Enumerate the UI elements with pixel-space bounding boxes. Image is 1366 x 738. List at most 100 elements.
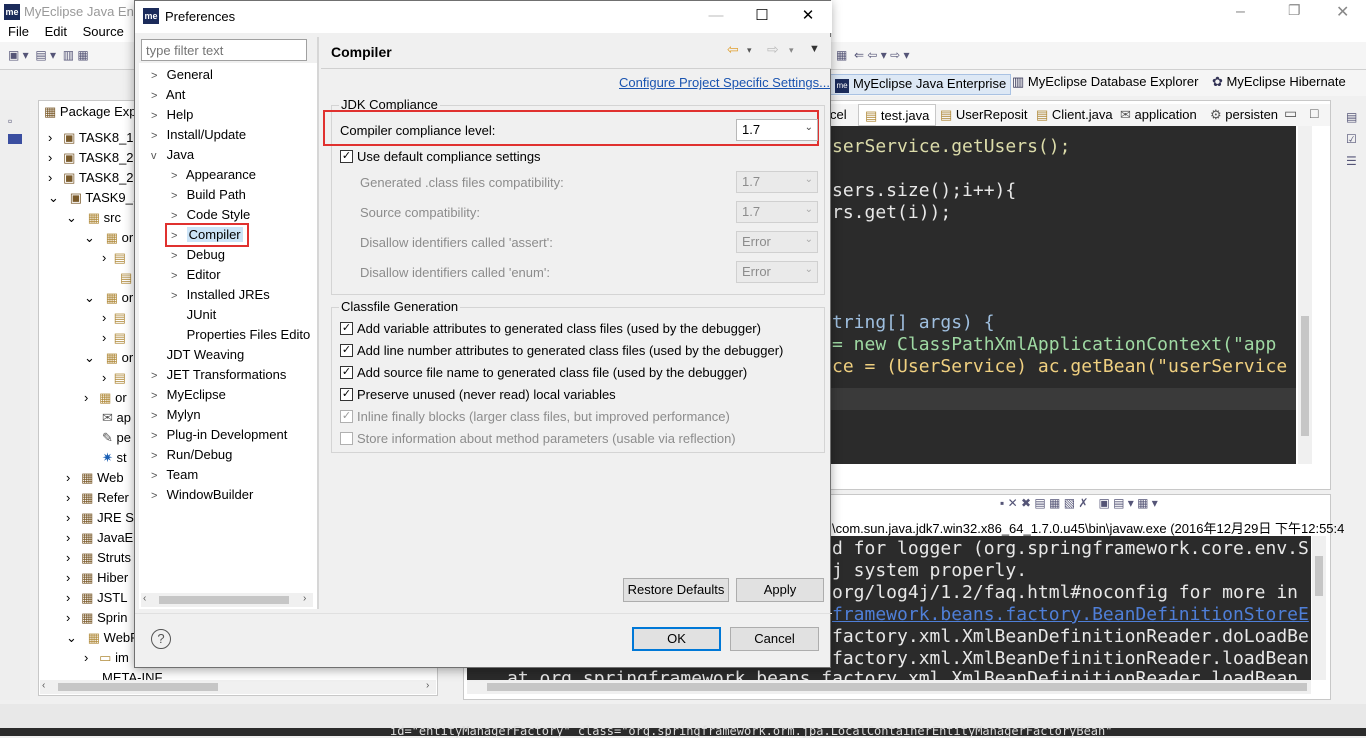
checkbox-checked-icon[interactable]: ✓ xyxy=(340,322,353,336)
nav-item-junit[interactable]: JUnit xyxy=(171,307,217,327)
editor-tab[interactable]: ▤ UserReposit xyxy=(940,107,1027,123)
restore-icon[interactable]: ❐ xyxy=(1288,2,1301,19)
tree-item[interactable]: ⌄ ▦ or xyxy=(84,230,133,250)
preserve-unused-checkbox[interactable]: ✓ Preserve unused (never read) local vari… xyxy=(340,387,616,402)
editor-tab[interactable]: ▤ Client.java xyxy=(1036,107,1113,123)
scroll-thumb[interactable] xyxy=(1301,316,1309,436)
restore-defaults-button[interactable]: Restore Defaults xyxy=(623,578,729,602)
menu-file[interactable]: File xyxy=(8,24,29,39)
tree-item[interactable]: › ▦ Struts xyxy=(66,550,131,570)
tree-item[interactable]: ⌄ ▦ or xyxy=(84,350,133,370)
editor-tab[interactable]: ⚙ persisten xyxy=(1210,107,1278,123)
tree-item[interactable]: ⌄ ▦ src xyxy=(66,210,121,230)
inline-finally-checkbox[interactable]: ✓ Inline finally blocks (larger class fil… xyxy=(340,409,730,424)
chevron-right-icon[interactable]: > xyxy=(171,270,183,282)
nav-item-team[interactable]: > Team xyxy=(151,467,198,487)
scroll-thumb[interactable] xyxy=(1315,556,1323,596)
chevron-right-icon[interactable]: > xyxy=(151,490,163,502)
maximize-icon[interactable]: ☐ xyxy=(739,1,785,31)
view-menu-icon[interactable]: ▼ xyxy=(809,43,820,55)
maximize-editor-icon[interactable]: □ xyxy=(1310,105,1318,121)
forward-icon[interactable]: ⇨ xyxy=(767,41,779,58)
toolbar-icons-right[interactable]: ▦ ⇐ ⇦ ▾ ⇨ ▾ xyxy=(836,48,910,62)
nav-item-appearance[interactable]: > Appearance xyxy=(171,167,256,187)
chevron-right-icon[interactable]: > xyxy=(171,250,183,262)
scroll-thumb[interactable] xyxy=(58,683,218,691)
tree-item[interactable]: ⌄ ▦ or xyxy=(84,290,133,310)
help-icon[interactable]: ? xyxy=(151,629,171,649)
outline-icon[interactable]: ▤ xyxy=(1346,110,1357,124)
chevron-right-icon[interactable]: > xyxy=(171,190,183,202)
cancel-button[interactable]: Cancel xyxy=(730,627,819,651)
tree-item[interactable]: › ▦ JSTL xyxy=(66,590,127,610)
tree-item[interactable]: › ▦ JavaE xyxy=(66,530,133,550)
tree-item[interactable]: › ▣ TASK8_1 xyxy=(48,130,134,150)
chevron-right-icon[interactable]: > xyxy=(151,450,163,462)
variable-attributes-checkbox[interactable]: ✓ Add variable attributes to generated cl… xyxy=(340,321,761,336)
scroll-left-icon[interactable]: ‹ xyxy=(143,593,146,604)
nav-item-help[interactable]: > Help xyxy=(151,107,193,127)
tree-item[interactable]: › ▭ im xyxy=(84,650,129,670)
menu-edit[interactable]: Edit xyxy=(45,24,67,39)
task-icon[interactable]: ☑ xyxy=(1346,132,1357,146)
menu-source[interactable]: Source xyxy=(83,24,124,39)
nav-item-java[interactable]: v Java xyxy=(151,147,194,167)
nav-item-general[interactable]: > General xyxy=(151,67,213,87)
minimize-icon[interactable]: — xyxy=(693,1,739,31)
checkbox-unchecked-icon[interactable] xyxy=(340,432,353,446)
nav-item-properties-files-editor[interactable]: Properties Files Edito xyxy=(171,327,311,347)
splitter[interactable] xyxy=(317,37,319,609)
minimize-icon[interactable]: – xyxy=(1236,3,1245,21)
chevron-down-icon[interactable]: v xyxy=(151,150,163,162)
back-icon[interactable]: ⇦ xyxy=(727,41,739,58)
outline-view-icon[interactable]: ☰ xyxy=(1346,154,1357,168)
chevron-right-icon[interactable]: > xyxy=(151,430,163,442)
checkbox-checked-icon[interactable]: ✓ xyxy=(340,150,353,164)
tree-item[interactable]: ▤ xyxy=(120,270,132,290)
tree-item[interactable]: › ▦ JRE S xyxy=(66,510,134,530)
console-vscroll[interactable] xyxy=(1312,536,1326,680)
filter-input[interactable] xyxy=(141,39,307,61)
assert-select[interactable]: Error ⌄ xyxy=(736,231,818,253)
chevron-right-icon[interactable]: > xyxy=(151,130,163,142)
nav-item-windowbuilder[interactable]: > WindowBuilder xyxy=(151,487,253,507)
toolbar-icons-left[interactable]: ▣ ▾ ▤ ▾ ▥ ▦ xyxy=(8,48,89,62)
scroll-thumb[interactable] xyxy=(487,683,1307,691)
compliance-select[interactable]: 1.7 ⌄ xyxy=(736,119,818,141)
tree-item[interactable]: › ▤ xyxy=(102,370,126,390)
view-icon[interactable] xyxy=(8,134,22,144)
back-dropdown-icon[interactable]: ▾ xyxy=(747,45,752,56)
tree-item[interactable]: › ▣ TASK8_2 xyxy=(48,150,134,170)
scroll-right-icon[interactable]: › xyxy=(303,593,306,604)
chevron-right-icon[interactable]: > xyxy=(171,170,183,182)
close-icon[interactable]: ✕ xyxy=(785,1,831,31)
console-hscroll[interactable] xyxy=(467,680,1311,694)
console-toolbar[interactable]: ▪ ✕ ✖ ▤ ▦ ▧ ✗ ▣ ▤ ▾ ▦ ▾ xyxy=(1000,496,1280,516)
tree-item[interactable]: › ▦ Sprin xyxy=(66,610,127,630)
editor-tab-active[interactable]: ▤ test.java xyxy=(858,104,937,126)
apply-button[interactable]: Apply xyxy=(736,578,824,602)
restore-view-icon[interactable]: ▫ xyxy=(8,114,12,128)
chevron-right-icon[interactable]: > xyxy=(171,230,183,242)
tree-item[interactable]: ✷ st xyxy=(102,450,127,470)
chevron-right-icon[interactable]: > xyxy=(151,90,163,102)
chevron-right-icon[interactable]: > xyxy=(151,410,163,422)
tree-item[interactable]: › ▦ or xyxy=(84,390,127,410)
code-editor[interactable] xyxy=(830,126,1296,464)
tree-item[interactable]: ⌄ ▦ WebR xyxy=(66,630,140,650)
checkbox-checked-icon[interactable]: ✓ xyxy=(340,344,353,358)
forward-dropdown-icon[interactable]: ▾ xyxy=(789,45,794,56)
chevron-right-icon[interactable]: > xyxy=(171,210,183,222)
console-link[interactable]: framework.beans.factory.BeanDefinitionSt… xyxy=(832,604,1309,625)
nav-item-installed-jres[interactable]: > Installed JREs xyxy=(171,287,270,307)
enum-select[interactable]: Error ⌄ xyxy=(736,261,818,283)
editor-tab[interactable]: cel xyxy=(830,107,847,122)
scroll-right-icon[interactable]: › xyxy=(426,680,429,691)
tree-item[interactable]: ✉ ap xyxy=(102,410,131,430)
chevron-right-icon[interactable]: > xyxy=(151,110,163,122)
nav-item-myeclipse[interactable]: > MyEclipse xyxy=(151,387,226,407)
package-hscroll[interactable]: ‹ › xyxy=(40,680,436,694)
source-select[interactable]: 1.7 ⌄ xyxy=(736,201,818,223)
perspective-database[interactable]: ▥ MyEclipse Database Explorer xyxy=(1012,74,1198,90)
configure-project-settings-link[interactable]: Configure Project Specific Settings... xyxy=(619,75,830,90)
